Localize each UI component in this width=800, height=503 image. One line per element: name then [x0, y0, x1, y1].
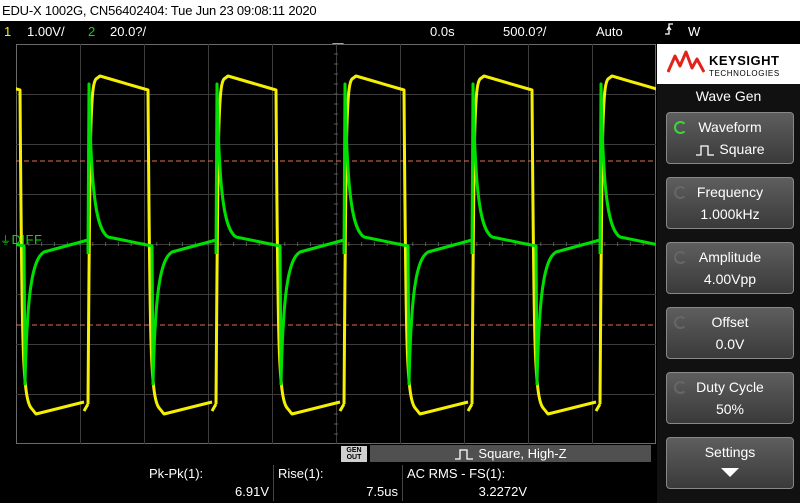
ground-icon: ⏚: [0, 235, 12, 247]
graticule: [16, 44, 656, 444]
arrow-down-icon: [721, 468, 739, 477]
square-wave-icon: [696, 145, 715, 156]
waveform-display[interactable]: [16, 44, 656, 444]
ch1-scale[interactable]: 1.00V/: [27, 21, 65, 43]
gen-out-info: Square, High-Z: [370, 445, 651, 462]
keysight-logo: KEYSIGHT TECHNOLOGIES: [657, 44, 800, 84]
trigger-mode[interactable]: Auto: [596, 21, 623, 43]
duty-cycle-softkey[interactable]: Duty Cycle 50%: [666, 372, 794, 424]
measurement-bar: Pk-Pk(1): 6.91V Rise(1): 7.5us AC RMS - …: [0, 463, 656, 503]
time-scale[interactable]: 500.0?/: [503, 21, 546, 43]
trigger-source[interactable]: W: [688, 21, 700, 43]
settings-softkey[interactable]: Settings: [666, 437, 794, 489]
gen-out-tag: GEN OUT: [341, 446, 367, 462]
menu-title: Wave Gen: [695, 88, 762, 104]
softkey-panel: KEYSIGHT TECHNOLOGIES Wave Gen Waveform …: [657, 44, 800, 503]
frequency-softkey[interactable]: Frequency 1.000kHz: [666, 177, 794, 229]
measurement-acrms[interactable]: AC RMS - FS(1): 3.2272V: [403, 463, 531, 503]
amplitude-softkey[interactable]: Amplitude 4.00Vpp: [666, 242, 794, 294]
square-wave-icon: [455, 449, 474, 460]
status-bar: 1 1.00V/ 2 20.0?/ 0.0s 500.0?/ Auto W: [0, 21, 800, 43]
ch2-number[interactable]: 2: [88, 21, 95, 43]
ch1-number[interactable]: 1: [4, 21, 11, 43]
ch2-scale[interactable]: 20.0?/: [110, 21, 146, 43]
keysight-wave-icon: [667, 50, 705, 73]
waveform-softkey[interactable]: Waveform Square: [666, 112, 794, 164]
diff-channel-label[interactable]: ⏚DIFF: [0, 232, 42, 248]
trigger-edge-icon: [664, 21, 674, 43]
measurement-pkpk[interactable]: Pk-Pk(1): 6.91V: [145, 463, 273, 503]
window-title: EDU-X 1002G, CN56402404: Tue Jun 23 09:0…: [0, 0, 800, 21]
offset-softkey[interactable]: Offset 0.0V: [666, 307, 794, 359]
measurement-rise[interactable]: Rise(1): 7.5us: [274, 463, 402, 503]
time-offset[interactable]: 0.0s: [430, 21, 455, 43]
